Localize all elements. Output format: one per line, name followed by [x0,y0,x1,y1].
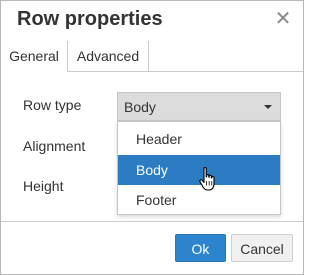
ok-button[interactable]: Ok [175,234,226,262]
tab-bar: General Advanced [1,41,303,72]
row-type-selected-value: Body [124,99,156,115]
dialog-title: Row properties [17,8,163,30]
option-header[interactable]: Header [118,124,280,154]
row-properties-dialog: Row properties ✕ General Advanced Row ty… [0,0,304,275]
alignment-label: Alignment [23,138,86,154]
dialog-footer: Ok Cancel [1,221,303,275]
tab-advanced[interactable]: Advanced [68,41,149,71]
height-label: Height [23,178,64,194]
tab-general[interactable]: General [1,41,68,72]
row-type-select[interactable]: Body [117,92,281,121]
close-icon[interactable]: ✕ [273,7,293,31]
chevron-down-icon [264,105,272,109]
cancel-button[interactable]: Cancel [231,234,293,262]
hand-pointer-icon [199,166,215,191]
row-type-label: Row type [23,97,82,113]
